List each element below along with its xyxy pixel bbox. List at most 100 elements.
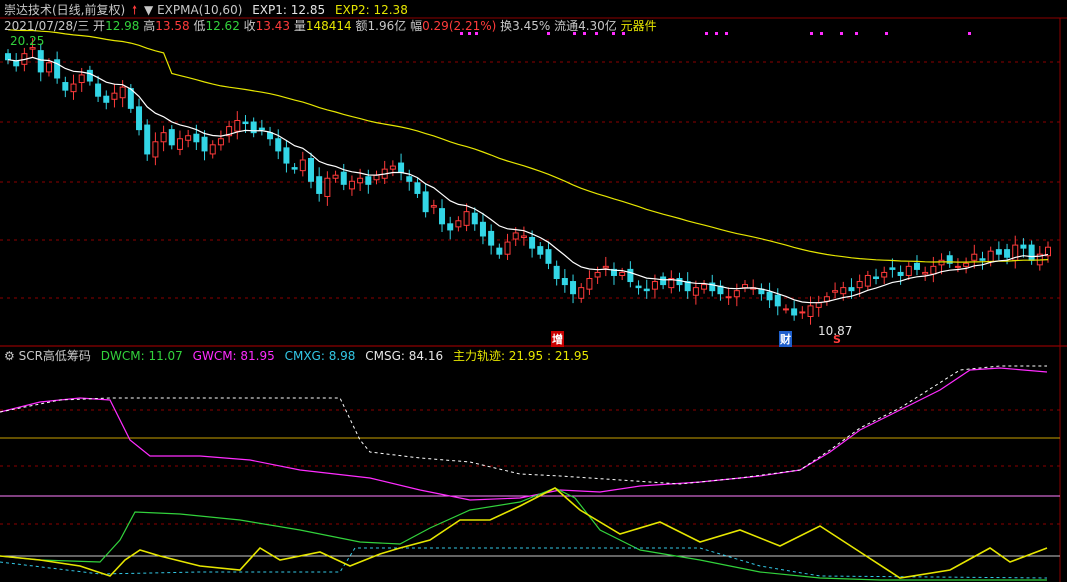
cmxg-line [0,547,1048,579]
candle-body [488,230,495,246]
candle-body [439,208,446,225]
quote-date: 2021/07/28/三 [4,19,90,33]
gwcm-value: GWCM: 81.95 [192,349,275,363]
candle-body [217,138,224,146]
candle-body [119,86,126,99]
candle-body [127,88,134,109]
candle-body [340,171,347,185]
candle-body [971,253,978,261]
candle-body [13,60,20,67]
candle-body [234,120,241,132]
vol-label: 量 [293,19,306,33]
sector-value[interactable]: 元器件 [621,19,657,33]
candle-body [414,182,421,194]
event-marker-zeng[interactable]: 增 [551,331,564,347]
event-marker-cai[interactable]: 财 [779,331,792,347]
exp1-value: EXP1: 12.85 [252,3,326,17]
max-price-value: 20.25 [10,34,45,48]
candle-body [283,147,290,164]
low-value: 12.62 [205,19,240,33]
candle-body [95,83,102,97]
candle-body [324,177,331,197]
candle-body [987,250,994,263]
signal-dot [715,32,718,35]
candle-body [635,285,642,289]
candle-body [332,174,339,179]
chevron-down-icon[interactable]: ▼ [144,3,153,17]
candle-body [922,271,929,275]
candle-body [479,221,486,237]
candle-body [78,74,85,84]
candle-body [160,132,167,143]
candle-body [733,290,740,298]
candle-body [963,262,970,267]
chart-canvas [0,17,1067,582]
sell-marker-s[interactable]: S [833,333,841,346]
header-row: 崇达技术(日线,前复权) 🠕 ▼ EXPMA(10,60) EXP1: 12.8… [4,2,408,18]
candle-body [537,246,544,255]
candle-body [299,159,306,172]
candle-body [766,291,773,301]
candle-body [742,284,749,289]
candle-body [864,274,871,287]
high-label: 高 [143,19,156,33]
candle-body [594,271,601,278]
stock-title[interactable]: 崇达技术(日线,前复权) [4,3,125,17]
low-label: 低 [193,19,206,33]
candle-body [136,106,143,131]
candle-body [176,138,183,150]
candle-body [193,133,200,143]
candle-body [848,287,855,292]
signal-dot [855,32,858,35]
amount-value: 额1.96亿 [355,19,407,33]
candle-body [627,268,634,283]
candle-body [496,247,503,255]
signal-dot [840,32,843,35]
indicator-name[interactable]: EXPMA(10,60) [157,3,242,17]
candle-body [905,265,912,276]
candle-body [103,95,110,103]
change-label: 幅 [410,19,423,33]
float-value: 流通4.30亿 [554,19,617,33]
candle-body [930,265,937,275]
candle-body [62,82,69,91]
zlgj-value: 主力轨迹: 21.95 : 21.95 [452,349,590,363]
candle-body [619,271,626,276]
candle-body [520,235,527,238]
gwcm-line [0,367,1048,501]
candle-body [144,124,151,155]
candle-body [651,281,658,290]
quote-row: 2021/07/28/三 开12.98 高13.58 低12.62 收13.43… [4,18,657,34]
candle-body [529,236,536,249]
candle-body [316,176,323,194]
zlgj-line [0,487,1048,579]
up-arrow-icon: 🠕 [132,3,138,17]
candle-body [471,212,478,225]
scr-title[interactable]: SCR高低筹码 [19,349,91,363]
candle-body [406,176,413,182]
candle-body [692,287,699,296]
candle-body [545,249,552,264]
candle-body [602,265,609,269]
candle-body [389,165,396,170]
candle-body [660,276,667,286]
candle-body [553,265,560,280]
candle-body [791,308,798,316]
candle-body [774,294,781,307]
scr-header: ⚙ SCR高低筹码 DWCM: 11.07 GWCM: 81.95 CMXG: … [4,348,589,364]
close-label: 收 [243,19,256,33]
candle-body [275,138,282,152]
signal-dot [810,32,813,35]
cmxg-value: CMXG: 8.98 [284,349,356,363]
signal-dot [885,32,888,35]
candle-body [913,262,920,270]
change-value: 0.29(2.21%) [422,19,497,33]
candle-body [422,191,429,213]
candle-body [840,287,847,295]
signal-dot [820,32,823,35]
candle-body [807,305,814,317]
candle-body [570,281,577,295]
candle-body [185,135,192,141]
candle-body [258,127,265,131]
settings-icon[interactable]: ⚙ [4,349,15,363]
